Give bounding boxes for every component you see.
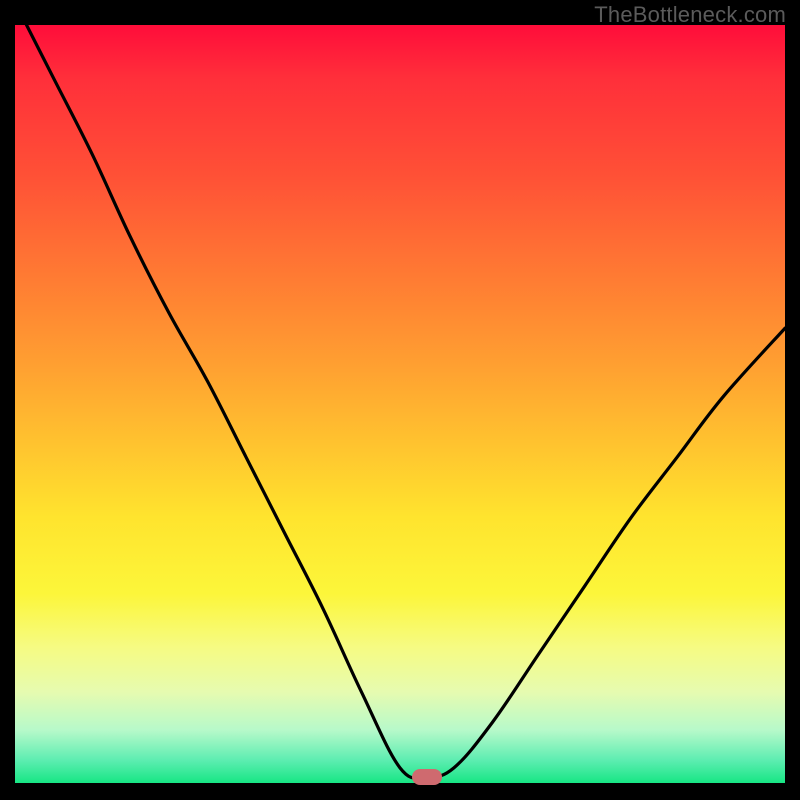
plot-area xyxy=(15,25,785,783)
minimum-marker xyxy=(412,769,442,785)
bottleneck-curve xyxy=(15,25,785,783)
chart-frame: TheBottleneck.com xyxy=(0,0,800,800)
